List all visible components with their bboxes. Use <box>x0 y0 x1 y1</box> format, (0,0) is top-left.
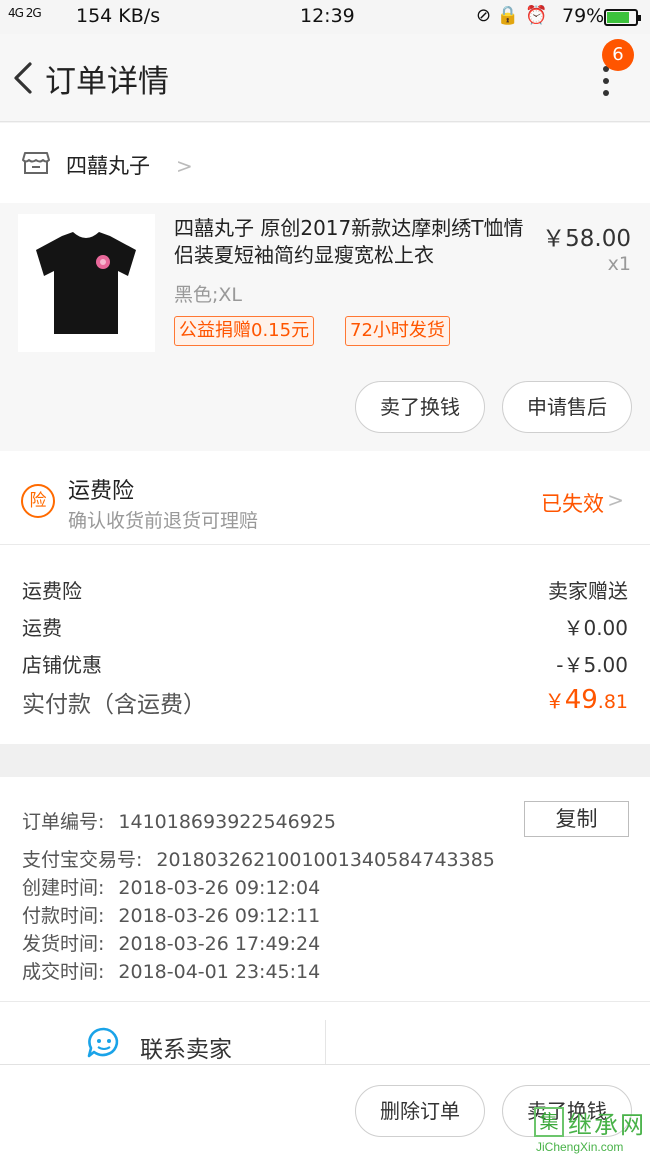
product-card[interactable]: 四囍丸子 原创2017新款达摩刺绣T恤情侣装夏短袖简约显瘦宽松上衣 ￥58.00… <box>0 203 650 451</box>
section-divider <box>0 744 650 777</box>
shipped-time-row: 发货时间: 2018-03-26 17:49:24 <box>22 929 320 955</box>
order-number: 141018693922546925 <box>118 811 336 833</box>
bottom-action-bar: 删除订单 卖了换钱 <box>0 1064 650 1155</box>
fee-label: 运费险 <box>22 579 82 603</box>
network-speed: 154 KB/s <box>76 5 161 27</box>
info-key: 创建时间: <box>22 877 105 899</box>
sell-button[interactable]: 卖了换钱 <box>355 381 485 433</box>
back-arrow-icon[interactable] <box>10 60 38 96</box>
fee-label: 店铺优惠 <box>22 653 102 677</box>
battery-fill <box>607 12 629 23</box>
contact-seller-button[interactable]: 联系卖家 <box>140 1030 232 1064</box>
vertical-divider <box>325 1020 326 1064</box>
donation-tag: 公益捐赠0.15元 <box>174 316 315 346</box>
created-time-row: 创建时间: 2018-03-26 09:12:04 <box>22 873 320 899</box>
info-key: 成交时间: <box>22 961 105 983</box>
total-integer: 49 <box>564 685 598 715</box>
contact-seller-row: 联系卖家 <box>0 1002 650 1064</box>
completed-time: 2018-04-01 23:45:14 <box>118 961 321 983</box>
battery-icon <box>604 9 641 26</box>
more-menu-icon[interactable] <box>594 66 618 98</box>
signal-indicator: 4G 2G <box>8 6 42 20</box>
completed-time-row: 成交时间: 2018-04-01 23:45:14 <box>22 957 320 983</box>
status-bar: 4G 2G 154 KB/s 12:39 ⊘ 🔒 ⏰ 79% <box>0 0 650 34</box>
fee-row-shipping: 运费 ￥0.00 <box>22 612 628 642</box>
total-row: 实付款（含运费） ￥49.81 <box>22 685 628 721</box>
shipping-tag: 72小时发货 <box>345 316 450 346</box>
fee-value: 卖家赠送 <box>548 579 628 603</box>
total-amount: ￥49.81 <box>545 685 628 715</box>
shop-name: 四囍丸子 <box>66 154 150 178</box>
insurance-title: 运费险 <box>68 479 135 504</box>
product-spec: 黑色;XL <box>174 284 243 306</box>
paid-time: 2018-03-26 09:12:11 <box>118 905 321 927</box>
chevron-right-icon: > <box>176 154 193 178</box>
total-label: 实付款（含运费） <box>22 692 206 718</box>
alipay-trade-row: 支付宝交易号: 2018032621001001340584743385 <box>22 845 495 871</box>
insurance-subtitle: 确认收货前退货可理赔 <box>68 510 259 532</box>
nav-bar: 订单详情 6 <box>0 34 650 122</box>
shipping-insurance-row[interactable]: 险 运费险 确认收货前退货可理赔 已失效 > <box>0 451 650 545</box>
fee-label: 运费 <box>22 616 62 640</box>
info-key: 付款时间: <box>22 905 105 927</box>
chat-bubble-icon[interactable] <box>86 1026 122 1060</box>
delete-order-button[interactable]: 删除订单 <box>355 1085 485 1137</box>
status-icons: ⊘ 🔒 ⏰ <box>476 5 548 26</box>
sell-button-bottom[interactable]: 卖了换钱 <box>502 1085 632 1137</box>
fee-row-insurance: 运费险 卖家赠送 <box>22 575 628 605</box>
order-info: 订单编号: 141018693922546925 复制 支付宝交易号: 201803… <box>0 777 650 1002</box>
shop-row[interactable]: 四囍丸子 > <box>0 123 650 203</box>
page-title: 订单详情 <box>45 64 169 100</box>
product-image[interactable] <box>18 214 155 352</box>
product-title[interactable]: 四囍丸子 原创2017新款达摩刺绣T恤情侣装夏短袖简约显瘦宽松上衣 <box>174 215 524 269</box>
total-decimal: .81 <box>597 691 628 713</box>
info-key: 支付宝交易号: <box>22 849 143 871</box>
fee-summary: 运费险 卖家赠送 运费 ￥0.00 店铺优惠 -￥5.00 实付款（含运费） ￥… <box>0 545 650 744</box>
info-key: 发货时间: <box>22 933 105 955</box>
paid-time-row: 付款时间: 2018-03-26 09:12:11 <box>22 901 320 927</box>
created-time: 2018-03-26 09:12:04 <box>118 877 321 899</box>
battery-percent: 79% <box>562 5 605 27</box>
shipped-time: 2018-03-26 17:49:24 <box>118 933 321 955</box>
store-icon <box>22 152 50 174</box>
insurance-status: 已失效 <box>541 492 604 516</box>
product-quantity: x1 <box>607 253 631 275</box>
fee-value: ￥0.00 <box>563 616 628 640</box>
notification-badge[interactable]: 6 <box>602 39 634 71</box>
insurance-icon: 险 <box>21 484 55 518</box>
info-key: 订单编号: <box>22 811 105 833</box>
chevron-right-icon: > <box>607 488 624 512</box>
fee-row-discount: 店铺优惠 -￥5.00 <box>22 649 628 679</box>
fee-value: -￥5.00 <box>556 653 628 677</box>
status-time: 12:39 <box>300 5 355 27</box>
after-sale-button[interactable]: 申请售后 <box>502 381 632 433</box>
product-price: ￥58.00 <box>542 226 631 252</box>
copy-button[interactable]: 复制 <box>524 801 629 837</box>
alipay-trade-number: 2018032621001001340584743385 <box>156 849 495 871</box>
order-number-row: 订单编号: 141018693922546925 <box>22 807 336 833</box>
total-currency: ￥ <box>544 689 565 713</box>
